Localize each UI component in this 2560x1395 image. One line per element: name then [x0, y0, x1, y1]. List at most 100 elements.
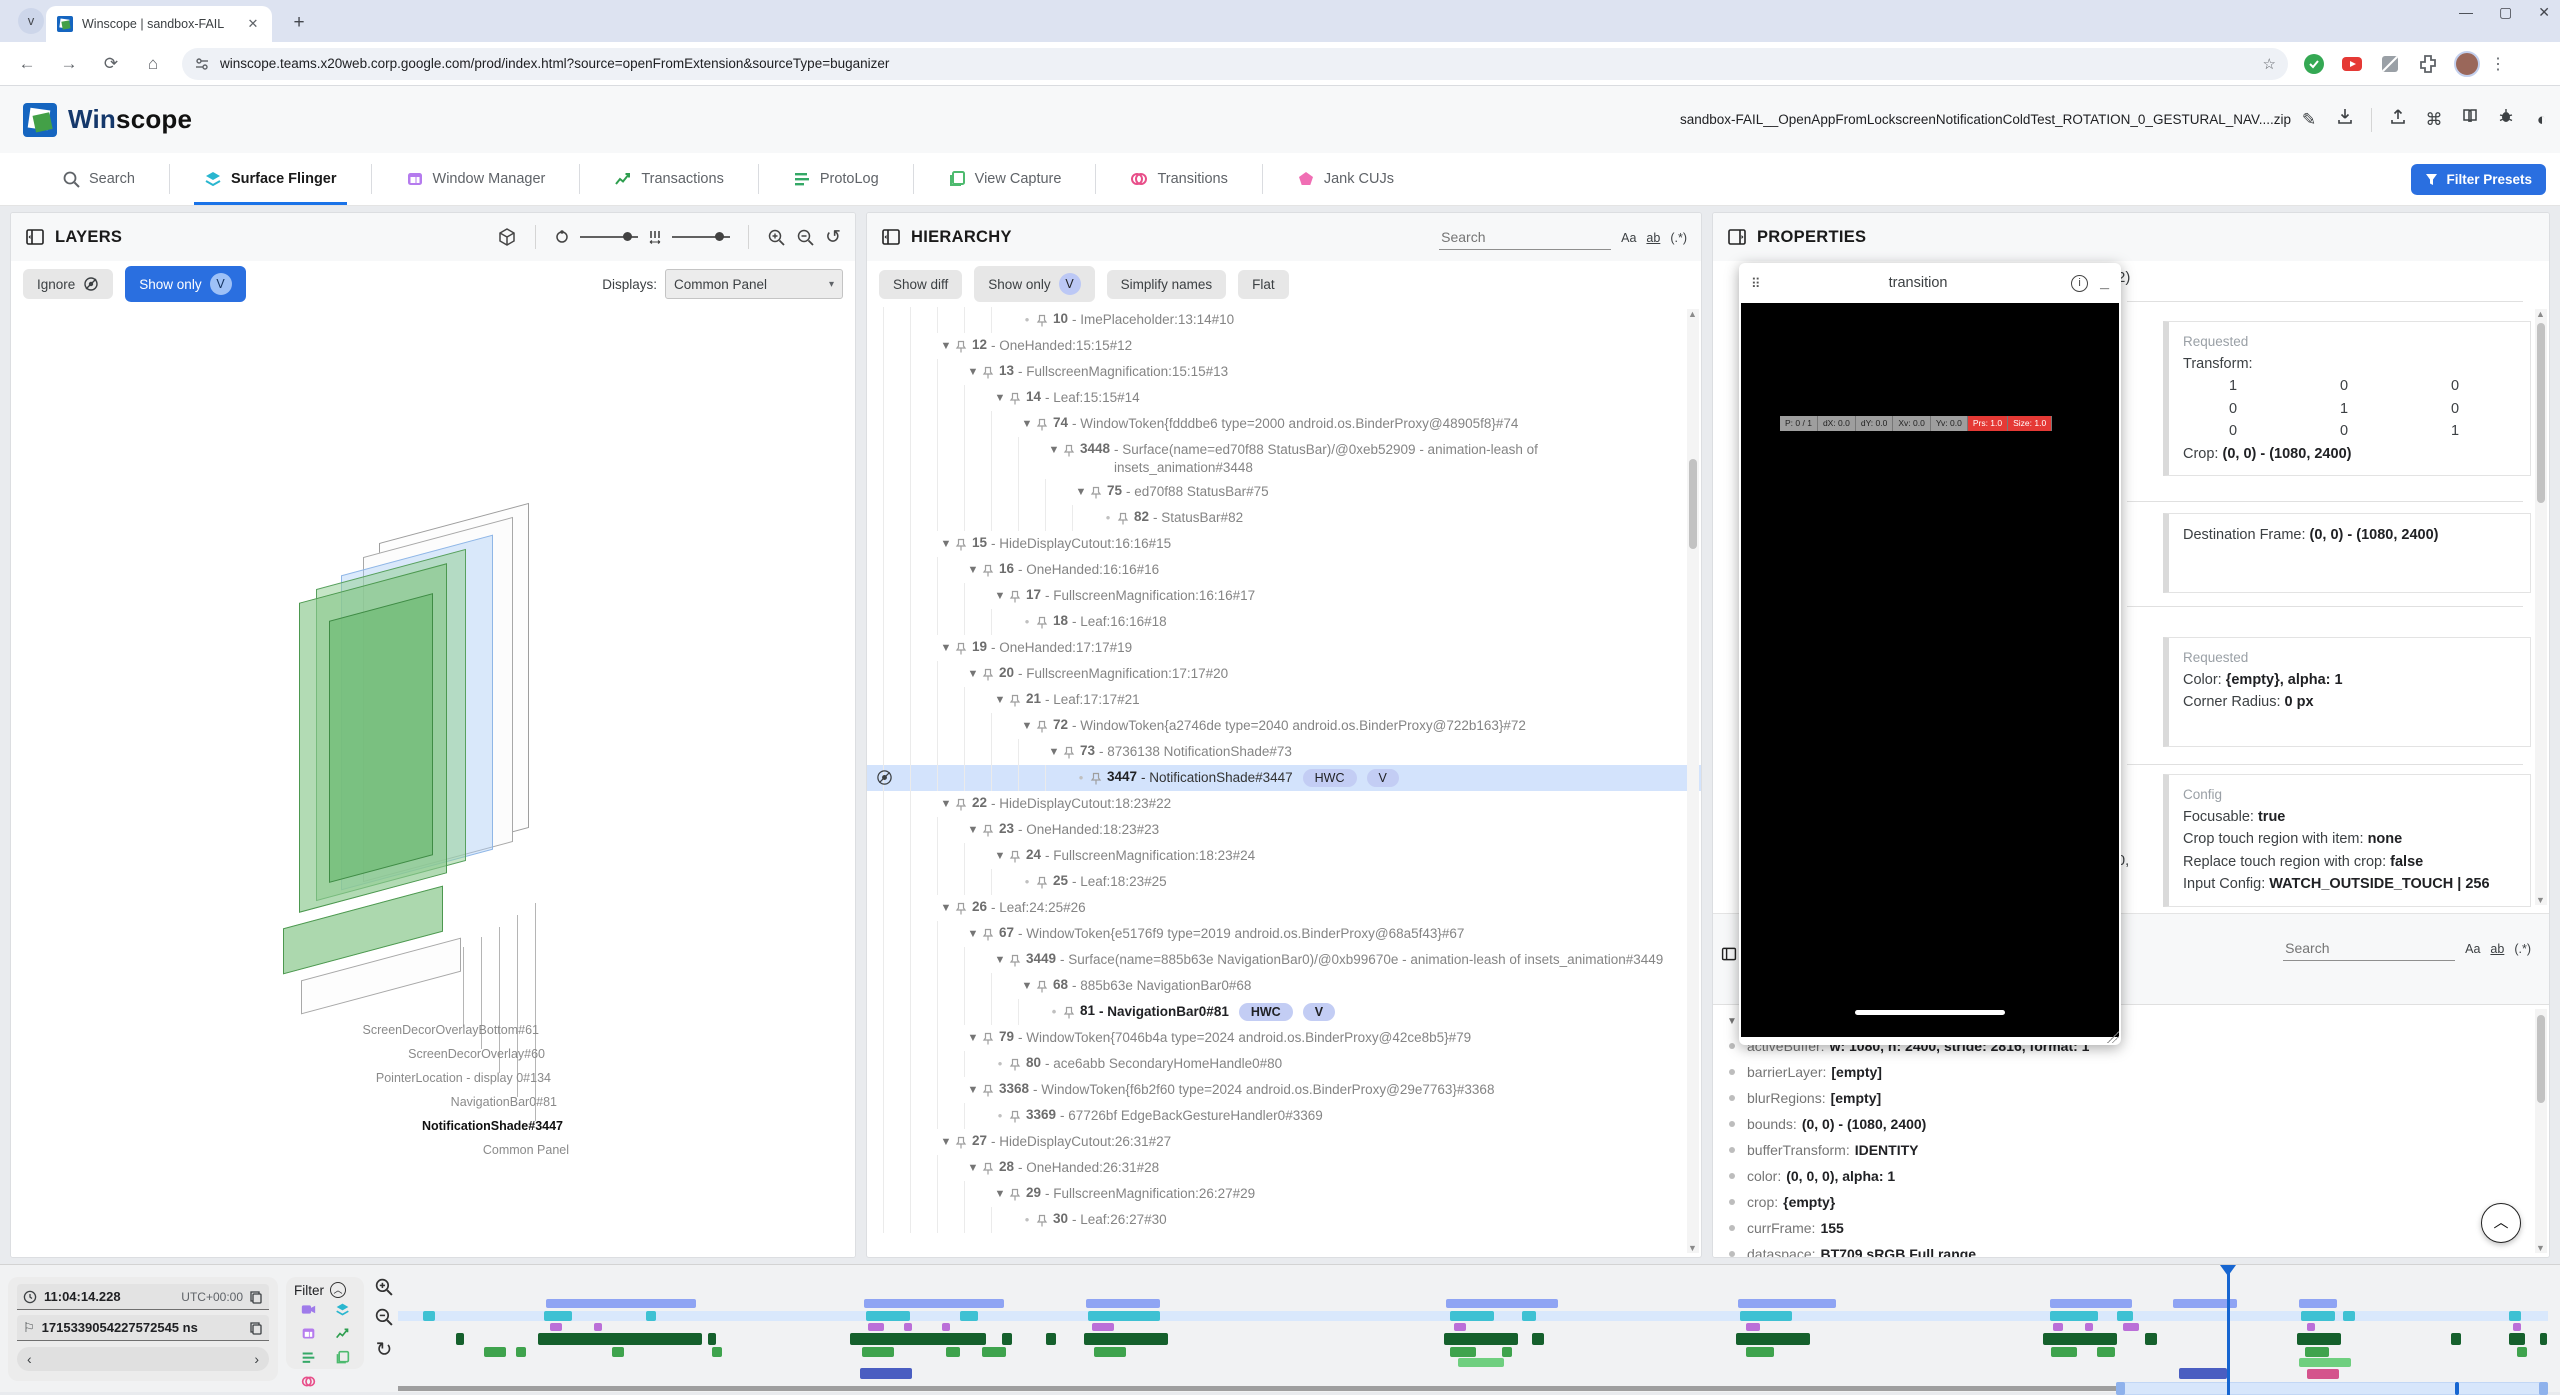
flat-chip[interactable]: Flat: [1238, 270, 1289, 299]
hierarchy-row[interactable]: ▼20- FullscreenMagnification:17:17#20: [867, 661, 1701, 687]
trace-segment-transactions[interactable]: [708, 1333, 716, 1345]
layer-label-selected[interactable]: NotificationShade#3447: [422, 1119, 563, 1133]
ignore-chip[interactable]: Ignore: [23, 269, 113, 299]
hierarchy-search-input[interactable]: [1439, 225, 1611, 250]
trace-segment-protolog[interactable]: [1746, 1347, 1774, 1357]
trace-segment-window-manager[interactable]: [2085, 1323, 2093, 1331]
trace-segment-transactions[interactable]: [1084, 1333, 1168, 1345]
pin-icon[interactable]: [1063, 746, 1075, 760]
shortcuts-icon[interactable]: ⌘: [2416, 107, 2452, 133]
trace-segment-view-capture[interactable]: [1458, 1358, 1504, 1367]
trace-segment-transactions[interactable]: [2540, 1333, 2547, 1345]
view-tab-search[interactable]: Search: [28, 153, 169, 205]
minimize-icon[interactable]: —: [2459, 4, 2473, 21]
trace-segment-transactions[interactable]: [1046, 1333, 1056, 1345]
rotation-icon[interactable]: [554, 229, 570, 245]
trace-segment-protolog[interactable]: [982, 1347, 1006, 1357]
pin-icon[interactable]: [955, 798, 967, 812]
pin-icon[interactable]: [1009, 954, 1021, 968]
human-time-field[interactable]: 11:04:14.228 UTC+00:00: [17, 1284, 269, 1310]
expand-arrow-icon[interactable]: ▼: [1045, 743, 1063, 761]
whole-word-toggle[interactable]: ab: [2490, 942, 2504, 961]
trace-segment-screen-recording[interactable]: [864, 1299, 1004, 1308]
hierarchy-row[interactable]: ▼26- Leaf:24:25#26: [867, 895, 1701, 921]
trace-segment-window-manager[interactable]: [904, 1323, 912, 1331]
expand-arrow-icon[interactable]: ▼: [991, 691, 1009, 709]
pin-icon[interactable]: [1009, 392, 1021, 406]
trace-toggle-layers[interactable]: [335, 1302, 350, 1322]
next-frame-button[interactable]: ›: [254, 1351, 259, 1367]
timeline-canvas[interactable]: [398, 1265, 2548, 1393]
pin-icon[interactable]: [1009, 694, 1021, 708]
hierarchy-row[interactable]: ▼19- OneHanded:17:17#19: [867, 635, 1701, 661]
info-icon[interactable]: i: [2071, 275, 2088, 292]
pin-icon[interactable]: [982, 1162, 994, 1176]
report-bug-icon[interactable]: [2488, 107, 2524, 133]
expand-arrow-icon[interactable]: ▼: [991, 587, 1009, 605]
hierarchy-row[interactable]: ▼73- 8736138 NotificationShade#73: [867, 739, 1701, 765]
pin-icon[interactable]: [1063, 444, 1075, 458]
pin-icon[interactable]: [1009, 1188, 1021, 1202]
trace-toggle-video[interactable]: [301, 1302, 316, 1322]
pin-icon[interactable]: [1063, 1006, 1075, 1020]
pin-icon[interactable]: [1036, 418, 1048, 432]
ns-time-field[interactable]: ⚐ 1715339054227572545 ns: [17, 1315, 269, 1341]
layer-label[interactable]: NavigationBar0#81: [451, 1095, 557, 1109]
pin-icon[interactable]: [1036, 1214, 1048, 1228]
trace-segment-transactions[interactable]: [2297, 1333, 2341, 1345]
expand-arrow-icon[interactable]: ▼: [991, 951, 1009, 969]
pin-icon[interactable]: [1009, 1058, 1021, 1072]
dark-mode-icon[interactable]: ◐: [2524, 107, 2560, 133]
forward-icon[interactable]: →: [54, 49, 84, 79]
hierarchy-row[interactable]: ▼3449- Surface(name=885b63e NavigationBa…: [867, 947, 1701, 973]
reset-view-icon[interactable]: ↺: [825, 226, 841, 249]
layer-rect-green-inner[interactable]: [329, 593, 433, 883]
view-tab-jank-cujs[interactable]: Jank CUJs: [1263, 153, 1428, 205]
hierarchy-row[interactable]: ▼15- HideDisplayCutout:16:16#15: [867, 531, 1701, 557]
back-icon[interactable]: ←: [12, 49, 42, 79]
edit-trace-icon[interactable]: ✎: [2291, 107, 2327, 133]
reset-zoom-icon[interactable]: ↻: [376, 1337, 393, 1362]
view-tab-transitions[interactable]: Transitions: [1096, 153, 1261, 205]
expand-arrow-icon[interactable]: ▼: [1018, 717, 1036, 735]
layer-label[interactable]: PointerLocation - display 0#134: [376, 1071, 551, 1085]
trace-segment-surface-flinger[interactable]: [1522, 1311, 1536, 1321]
trace-segment-transactions[interactable]: [1532, 1333, 1544, 1345]
trace-segment-surface-flinger[interactable]: [960, 1311, 978, 1321]
expand-arrow-icon[interactable]: ▼: [937, 795, 955, 813]
trace-segment-transactions[interactable]: [2145, 1333, 2157, 1345]
hierarchy-row[interactable]: ▼17- FullscreenMagnification:16:16#17: [867, 583, 1701, 609]
simplify-names-chip[interactable]: Simplify names: [1107, 270, 1227, 299]
trace-segment-transactions[interactable]: [538, 1333, 702, 1345]
layers-3d-canvas[interactable]: ScreenDecorOverlayBottom#61ScreenDecorOv…: [11, 307, 855, 1257]
trace-segment-transitions-indigo[interactable]: [2179, 1368, 2227, 1379]
trace-segment-surface-flinger[interactable]: [2301, 1311, 2335, 1321]
hierarchy-row[interactable]: •18- Leaf:16:16#18: [867, 609, 1701, 635]
collapse-properties-fab[interactable]: ︿: [2481, 1203, 2521, 1243]
pin-icon[interactable]: [1009, 850, 1021, 864]
show-only-chip[interactable]: Show onlyV: [974, 266, 1094, 302]
trace-segment-window-manager[interactable]: [2307, 1323, 2315, 1331]
pin-icon[interactable]: [982, 1032, 994, 1046]
expand-arrow-icon[interactable]: ▼: [937, 535, 955, 553]
hierarchy-row[interactable]: ▼23- OneHanded:18:23#23: [867, 817, 1701, 843]
hierarchy-row[interactable]: ▼67- WindowToken{e5176f9 type=2019 andro…: [867, 921, 1701, 947]
overview-track[interactable]: [398, 1386, 2116, 1391]
view-tab-surface-flinger[interactable]: Surface Flinger: [170, 153, 371, 205]
expand-arrow-icon[interactable]: ▼: [1045, 441, 1063, 459]
reload-icon[interactable]: ⟳: [96, 49, 126, 79]
expand-arrow-icon[interactable]: ▼: [964, 821, 982, 839]
hierarchy-row[interactable]: •30- Leaf:26:27#30: [867, 1207, 1701, 1233]
expand-arrow-icon[interactable]: ▼: [964, 925, 982, 943]
trace-segment-surface-flinger[interactable]: [1088, 1311, 1160, 1321]
hierarchy-row[interactable]: ▼29- FullscreenMagnification:26:27#29: [867, 1181, 1701, 1207]
trace-segment-window-manager[interactable]: [1092, 1323, 1114, 1331]
trace-toggle-chart[interactable]: [335, 1326, 350, 1346]
pin-icon[interactable]: [982, 564, 994, 578]
pin-icon[interactable]: [1009, 1110, 1021, 1124]
expand-arrow-icon[interactable]: ▼: [964, 1159, 982, 1177]
trace-segment-protolog[interactable]: [484, 1347, 506, 1357]
displays-select[interactable]: Common Panel ▾: [665, 269, 843, 299]
drag-handle-icon[interactable]: ⠿: [1751, 280, 1765, 287]
view-tab-transactions[interactable]: Transactions: [580, 153, 757, 205]
